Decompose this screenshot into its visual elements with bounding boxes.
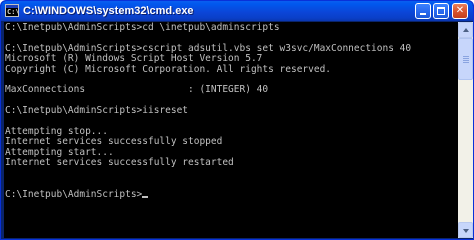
minimize-icon xyxy=(420,13,426,15)
cmd-window: C:\ C:\WINDOWS\system32\cmd.exe ✕ C:\Ine… xyxy=(0,0,474,240)
scrollbar-thumb[interactable] xyxy=(458,38,473,80)
scroll-down-arrow-icon[interactable] xyxy=(458,222,473,238)
console-line: Microsoft (R) Windows Script Host Versio… xyxy=(5,53,263,65)
vertical-scrollbar[interactable] xyxy=(458,22,473,238)
console-line: Attempting start... xyxy=(5,146,114,158)
console-line: C:\Inetpub\AdminScripts>cd \inetpub\admi… xyxy=(5,22,280,33)
console-line: Attempting stop... xyxy=(5,126,108,138)
scroll-up-arrow-icon[interactable] xyxy=(458,22,473,38)
grip-icon xyxy=(463,56,469,63)
console-line: MaxConnections : (INTEGER) 40 xyxy=(5,84,269,96)
title-bar[interactable]: C:\ C:\WINDOWS\system32\cmd.exe ✕ xyxy=(1,1,473,21)
close-icon: ✕ xyxy=(455,5,465,16)
console-line: Internet services successfully restarted xyxy=(5,157,234,169)
console-line: Internet services successfully stopped xyxy=(5,136,223,148)
console-prompt: C:\Inetpub\AdminScripts> xyxy=(5,188,143,200)
console-line: Copyright (C) Microsoft Corporation. All… xyxy=(5,63,332,75)
window-title: C:\WINDOWS\system32\cmd.exe xyxy=(23,5,194,17)
text-cursor xyxy=(142,195,149,198)
close-button[interactable]: ✕ xyxy=(452,3,468,19)
console-line: C:\Inetpub\AdminScripts>cscript adsutil.… xyxy=(5,42,412,54)
console-text: C:\Inetpub\AdminScripts>cd \inetpub\admi… xyxy=(5,22,412,200)
maximize-button[interactable] xyxy=(433,3,449,19)
maximize-icon xyxy=(437,7,445,15)
console-output[interactable]: C:\Inetpub\AdminScripts>cd \inetpub\admi… xyxy=(4,22,458,238)
minimize-button[interactable] xyxy=(415,3,431,19)
console-line: C:\Inetpub\AdminScripts>iisreset xyxy=(5,105,189,117)
command-prompt-icon[interactable]: C:\ xyxy=(5,4,20,17)
